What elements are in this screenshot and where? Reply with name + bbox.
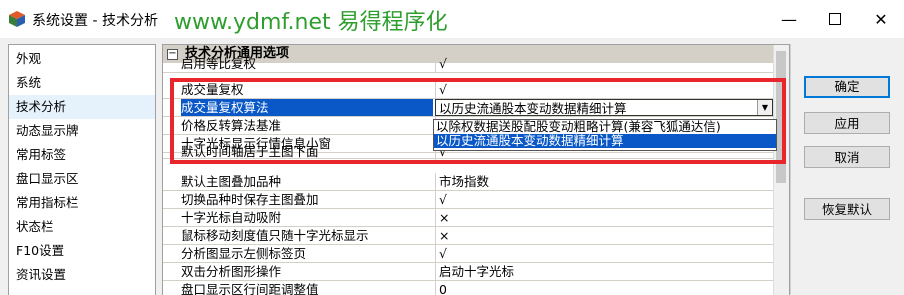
divider [790,44,791,294]
property-name: 分析图显示左侧标签页 [181,246,307,261]
watermark-text: www.ydmf.net 易得程序化 [174,10,448,35]
property-row[interactable]: 盘口显示区行间距调整值 0 [163,281,773,295]
maximize-icon [829,13,841,25]
sidebar-item-f10[interactable]: F10设置 [9,239,155,263]
property-value[interactable]: √ [435,55,773,72]
sidebar-item-system[interactable]: 系统 [9,71,155,95]
sidebar-item-common-tags[interactable]: 常用标签 [9,143,155,167]
apply-button[interactable]: 应用 [804,112,890,134]
property-row[interactable]: 鼠标移动刻度值只随十字光标显示 × [163,227,773,245]
property-name: 盘口显示区行间距调整值 [181,282,319,295]
property-value[interactable]: 启动十字光标 [435,263,773,280]
sidebar-item-dynamic-board[interactable]: 动态显示牌 [9,119,155,143]
annotation-highlight-frame [170,78,786,164]
cancel-button[interactable]: 取消 [804,146,890,168]
property-row[interactable]: 分析图显示左侧标签页 √ [163,245,773,263]
window-title: 系统设置 - 技术分析 [32,13,158,29]
property-value[interactable]: √ [435,245,773,262]
close-icon: ✕ [874,9,888,29]
property-value[interactable]: 0 [435,281,773,295]
property-row[interactable]: 启用等比复权 √ [163,55,773,73]
sidebar-item-order-book-area[interactable]: 盘口显示区 [9,167,155,191]
property-row[interactable]: 切换品种时保存主图叠加 √ [163,191,773,209]
property-name: 启用等比复权 [181,56,257,71]
property-value[interactable]: × [435,209,773,226]
collapse-icon[interactable]: − [167,49,178,60]
property-name: 切换品种时保存主图叠加 [181,192,319,207]
minimize-icon: — [781,9,797,29]
sidebar-item-indicator-bar[interactable]: 常用指标栏 [9,191,155,215]
property-row[interactable]: 默认主图叠加品种 市场指数 [163,173,773,191]
property-value[interactable]: √ [435,191,773,208]
restore-defaults-button[interactable]: 恢复默认 [804,198,890,220]
settings-category-list[interactable]: 外观 系统 技术分析 动态显示牌 常用标签 盘口显示区 常用指标栏 状态栏 F1… [8,44,156,295]
property-row[interactable]: 十字光标自动吸附 × [163,209,773,227]
property-value[interactable]: × [435,227,773,244]
sidebar-item-status-bar[interactable]: 状态栏 [9,215,155,239]
ok-button[interactable]: 确定 [804,76,890,98]
property-name: 鼠标移动刻度值只随十字光标显示 [181,228,369,243]
sidebar-item-technical-analysis[interactable]: 技术分析 [9,95,155,119]
app-cube-icon [9,11,25,27]
property-name: 默认主图叠加品种 [181,174,282,189]
property-row[interactable]: 双击分析图形操作 启动十字光标 [163,263,773,281]
property-value[interactable]: 市场指数 [435,173,773,190]
property-name: 十字光标自动吸附 [181,210,282,225]
title-bar: 系统设置 - 技术分析 www.ydmf.net 易得程序化 — ✕ [0,0,904,38]
maximize-button[interactable] [812,0,858,38]
close-button[interactable]: ✕ [858,0,904,38]
sidebar-item-appearance[interactable]: 外观 [9,47,155,71]
property-name: 双击分析图形操作 [181,264,282,279]
minimize-button[interactable]: — [766,0,812,38]
sidebar-item-news[interactable]: 资讯设置 [9,263,155,287]
